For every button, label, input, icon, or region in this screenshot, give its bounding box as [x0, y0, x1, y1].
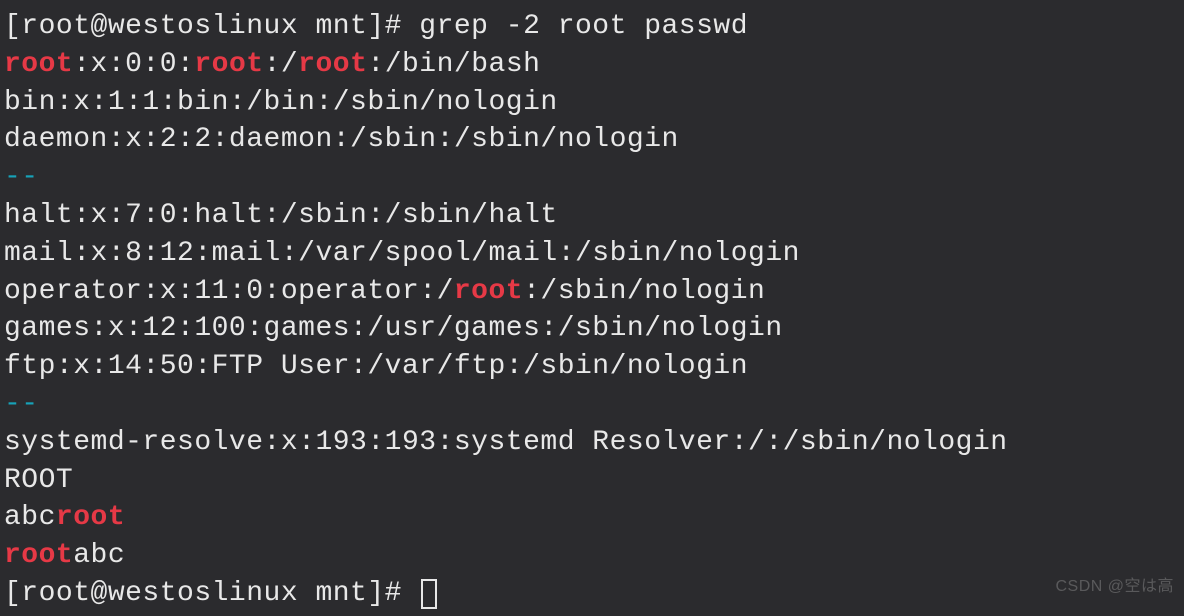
shell-prompt: [root@westoslinux mnt]# [4, 578, 419, 609]
shell-prompt: [root@westoslinux mnt]# [4, 11, 419, 42]
output-text: :/ [264, 49, 299, 80]
output-text: operator:x:11:0:operator:/ [4, 276, 454, 307]
output-line: operator:x:11:0:operator:/root:/sbin/nol… [4, 273, 1180, 311]
output-line: rootabc [4, 537, 1180, 575]
prompt-line[interactable]: [root@westoslinux mnt]# [4, 575, 1180, 613]
match-highlight: root [56, 502, 125, 533]
output-line: mail:x:8:12:mail:/var/spool/mail:/sbin/n… [4, 235, 1180, 273]
output-line: daemon:x:2:2:daemon:/sbin:/sbin/nologin [4, 121, 1180, 159]
match-highlight: root [194, 49, 263, 80]
output-line: bin:x:1:1:bin:/bin:/sbin/nologin [4, 84, 1180, 122]
output-line: systemd-resolve:x:193:193:systemd Resolv… [4, 424, 1180, 462]
cursor-icon [421, 579, 437, 609]
terminal-output[interactable]: [root@westoslinux mnt]# grep -2 root pas… [4, 8, 1180, 613]
prompt-line: [root@westoslinux mnt]# grep -2 root pas… [4, 8, 1180, 46]
output-line: root:x:0:0:root:/root:/bin/bash [4, 46, 1180, 84]
group-separator: -- [4, 386, 1180, 424]
output-text: :x:0:0: [73, 49, 194, 80]
output-text: abc [73, 540, 125, 571]
output-line: games:x:12:100:games:/usr/games:/sbin/no… [4, 310, 1180, 348]
match-highlight: root [454, 276, 523, 307]
match-highlight: root [4, 49, 73, 80]
output-line: abcroot [4, 499, 1180, 537]
output-text: :/sbin/nologin [523, 276, 765, 307]
output-text: abc [4, 502, 56, 533]
output-line: ROOT [4, 462, 1180, 500]
match-highlight: root [4, 540, 73, 571]
output-line: halt:x:7:0:halt:/sbin:/sbin/halt [4, 197, 1180, 235]
match-highlight: root [298, 49, 367, 80]
output-text: :/bin/bash [367, 49, 540, 80]
output-line: ftp:x:14:50:FTP User:/var/ftp:/sbin/nolo… [4, 348, 1180, 386]
watermark: CSDN @空は高 [1055, 576, 1174, 598]
command-text: grep -2 root passwd [419, 11, 748, 42]
group-separator: -- [4, 159, 1180, 197]
